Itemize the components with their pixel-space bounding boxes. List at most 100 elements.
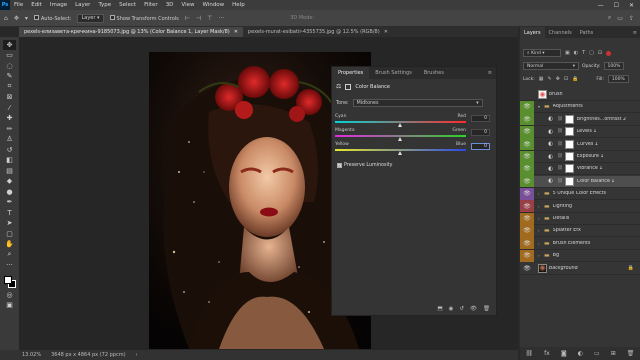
- tone-select[interactable]: Midtones ▾: [352, 99, 483, 107]
- tab-brush-settings[interactable]: Brush Settings: [369, 67, 418, 79]
- screen-mode-icon[interactable]: ▣: [3, 301, 16, 311]
- align-left-icon[interactable]: ⊢: [185, 15, 190, 22]
- lock-transparent-icon[interactable]: ▦: [539, 76, 544, 82]
- visibility-eye-icon[interactable]: 👁: [520, 138, 534, 151]
- tab-document-1[interactable]: pexels-елизавета-кречкина-9185073.jpg @ …: [19, 27, 243, 37]
- frame-tool-icon[interactable]: ⊠: [3, 93, 16, 103]
- eraser-icon[interactable]: ◧: [3, 156, 16, 166]
- new-layer-icon[interactable]: ⊞: [611, 350, 616, 357]
- eyedropper-icon[interactable]: ⁄: [3, 103, 16, 113]
- menu-3d[interactable]: 3D: [162, 2, 178, 8]
- fx-icon[interactable]: fx: [544, 350, 550, 357]
- filter-type-icon[interactable]: T: [582, 50, 585, 56]
- move-tool-icon[interactable]: ✥: [3, 40, 16, 50]
- history-brush-icon[interactable]: ↺: [3, 145, 16, 155]
- reset-icon[interactable]: ↺: [459, 306, 464, 312]
- healing-brush-icon[interactable]: ✚: [3, 114, 16, 124]
- layer-row[interactable]: 👁 › ▬ Bg: [520, 249, 640, 263]
- layer-mask-thumbnail[interactable]: [564, 176, 574, 186]
- menu-type[interactable]: Type: [94, 2, 115, 8]
- visibility-eye-icon[interactable]: 👁: [520, 212, 534, 225]
- color-swatches[interactable]: [3, 275, 17, 289]
- close-button[interactable]: ✕: [629, 2, 634, 9]
- blur-tool-icon[interactable]: ◆: [3, 177, 16, 187]
- menu-window[interactable]: Window: [198, 2, 228, 8]
- align-right-icon[interactable]: ⊤: [207, 15, 212, 22]
- tab-layers[interactable]: Layers: [520, 27, 545, 38]
- menu-filter[interactable]: Filter: [140, 2, 162, 8]
- visibility-eye-icon[interactable]: 👁: [520, 262, 534, 274]
- layer-row[interactable]: 👁 ◐ ⛓ Curves 1: [520, 138, 640, 151]
- more-tools-icon[interactable]: ···: [3, 261, 16, 271]
- layer-mask-thumbnail[interactable]: [564, 152, 574, 161]
- layer-row[interactable]: 👁 ◐ ⛓ Brightnes...ontrast 2: [520, 113, 640, 126]
- filter-adjust-icon[interactable]: ◐: [574, 50, 578, 56]
- layer-row[interactable]: 👁 › ▬ Brush Elements: [520, 237, 640, 250]
- layer-mask-thumbnail[interactable]: [564, 114, 574, 124]
- tab-document-2[interactable]: pexels-murat-esibatir-4355735.jpg @ 12.5…: [243, 27, 393, 37]
- layer-row[interactable]: 👁 › ▬ Details: [520, 212, 640, 225]
- slider-thumb[interactable]: [398, 137, 402, 141]
- adjustment-layer-icon[interactable]: ◐: [578, 350, 583, 357]
- gradient-icon[interactable]: ▤: [3, 166, 16, 176]
- visibility-eye-icon[interactable]: 👁: [520, 237, 534, 250]
- clone-stamp-icon[interactable]: ♙: [3, 135, 16, 145]
- menu-file[interactable]: File: [10, 2, 27, 8]
- layer-row[interactable]: 👁 › ▬ Lighting: [520, 200, 640, 213]
- visibility-eye-icon[interactable]: 👁: [520, 200, 534, 213]
- link-layers-icon[interactable]: ⛓: [526, 350, 534, 357]
- visibility-eye-icon[interactable]: 👁: [520, 187, 534, 200]
- filter-pixel-icon[interactable]: ▣: [565, 50, 570, 56]
- tab-brushes[interactable]: Brushes: [418, 67, 450, 79]
- blend-mode-select[interactable]: Normal ▾: [523, 62, 579, 70]
- mask-link-icon[interactable]: ⛓: [557, 166, 563, 171]
- rectangle-tool-icon[interactable]: ▢: [3, 229, 16, 239]
- visibility-eye-icon[interactable]: 👁: [520, 113, 534, 126]
- workspace-icon[interactable]: ▭: [617, 15, 623, 22]
- chevron-right-icon[interactable]: ›: [136, 352, 138, 358]
- view-previous-icon[interactable]: ◉: [449, 306, 454, 312]
- new-group-icon[interactable]: ▭: [594, 350, 600, 357]
- lock-paint-icon[interactable]: ✎: [548, 76, 552, 82]
- visibility-eye-icon[interactable]: [520, 89, 534, 101]
- close-icon[interactable]: ✕: [234, 29, 238, 35]
- crop-tool-icon[interactable]: ⌗: [3, 82, 16, 92]
- layer-mask-thumbnail[interactable]: [564, 139, 574, 149]
- slider-thumb[interactable]: [398, 151, 402, 155]
- panel-menu-icon[interactable]: ≡: [633, 30, 640, 36]
- clip-to-layer-icon[interactable]: ⬒: [437, 306, 442, 312]
- layer-row[interactable]: 👁 ◐ ⛓ Exposure 1: [520, 150, 640, 163]
- lasso-tool-icon[interactable]: ◌: [3, 61, 16, 71]
- panel-menu-icon[interactable]: ≡: [488, 70, 496, 76]
- filter-smart-icon[interactable]: ⊡: [598, 50, 602, 56]
- visibility-icon[interactable]: 👁: [470, 306, 477, 312]
- layer-kind-select[interactable]: ⌕ Kind ▾: [523, 49, 561, 57]
- preserve-luminosity-checkbox[interactable]: ✓ Preserve Luminosity: [337, 163, 393, 168]
- tab-channels[interactable]: Channels: [545, 27, 576, 38]
- maximize-button[interactable]: ☐: [614, 2, 619, 9]
- mask-link-icon[interactable]: ⛓: [557, 154, 563, 159]
- artboard-tool-icon[interactable]: ▭: [3, 51, 16, 61]
- type-tool-icon[interactable]: T: [3, 208, 16, 218]
- more-options-icon[interactable]: ···: [218, 15, 224, 22]
- tab-properties[interactable]: Properties: [332, 67, 370, 79]
- layer-row[interactable]: 👁 ◐ ⛓ Color Balance 1: [520, 175, 640, 188]
- brush-tool-icon[interactable]: ✏: [3, 124, 16, 134]
- layer-row[interactable]: 👁 Background 🔒: [520, 263, 640, 275]
- fill-field[interactable]: 100%: [607, 75, 629, 83]
- search-icon[interactable]: ⌕: [608, 14, 611, 22]
- zoom-level[interactable]: 13.02%: [22, 352, 41, 358]
- mask-link-icon[interactable]: ⛓: [557, 117, 563, 122]
- yellow-blue-value-field[interactable]: 0: [471, 143, 490, 150]
- slider-thumb[interactable]: [398, 123, 402, 127]
- visibility-eye-icon[interactable]: 👁: [520, 175, 534, 188]
- lock-artboard-icon[interactable]: ⊡: [564, 76, 568, 82]
- lock-all-icon[interactable]: 🔒: [572, 76, 578, 82]
- layer-row[interactable]: 👁 ◐ ⛓ Vibrance 1: [520, 162, 640, 176]
- layer-mask-icon[interactable]: [345, 83, 352, 90]
- mask-link-icon[interactable]: ⛓: [557, 179, 563, 184]
- home-icon[interactable]: ⌂: [4, 15, 8, 22]
- magenta-green-value-field[interactable]: 0: [471, 129, 490, 136]
- yellow-blue-slider[interactable]: Yellow Blue 0: [335, 142, 493, 155]
- dodge-tool-icon[interactable]: ●: [3, 187, 16, 197]
